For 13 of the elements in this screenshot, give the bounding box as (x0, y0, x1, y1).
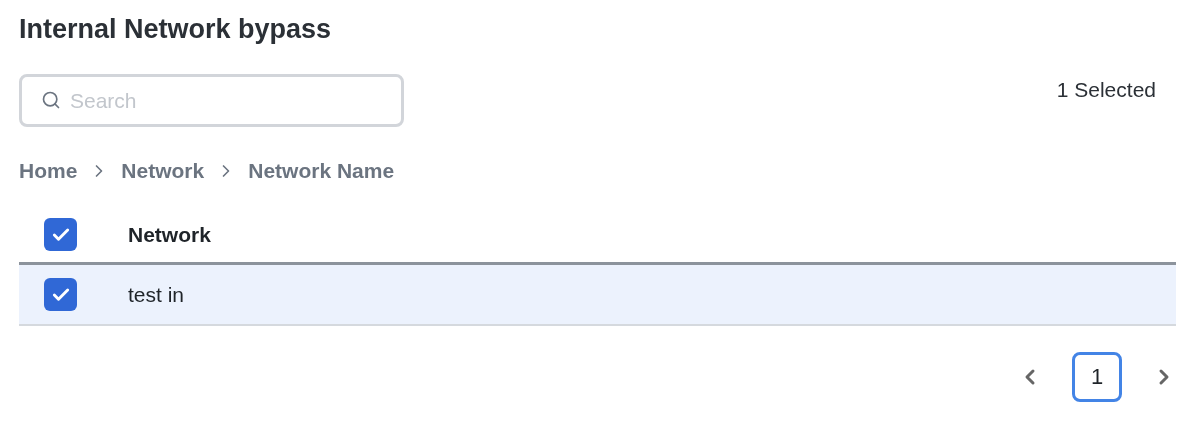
page-title: Internal Network bypass (19, 13, 333, 46)
search-field[interactable]: Search (19, 74, 404, 127)
page-button[interactable]: 1 (1072, 352, 1122, 402)
breadcrumb-link[interactable]: Network Name (248, 159, 395, 183)
row-checkbox[interactable] (44, 278, 77, 311)
select-all-checkbox[interactable] (44, 218, 77, 251)
table-cell-text: test in (128, 282, 186, 307)
table-row[interactable]: test in (19, 265, 1176, 326)
selection-count: 1 Selected (1056, 78, 1156, 102)
search-icon (41, 90, 61, 110)
breadcrumb-link[interactable]: Home (19, 159, 78, 183)
breadcrumb-link[interactable]: Network (121, 159, 205, 183)
column-header: Network (128, 222, 212, 247)
